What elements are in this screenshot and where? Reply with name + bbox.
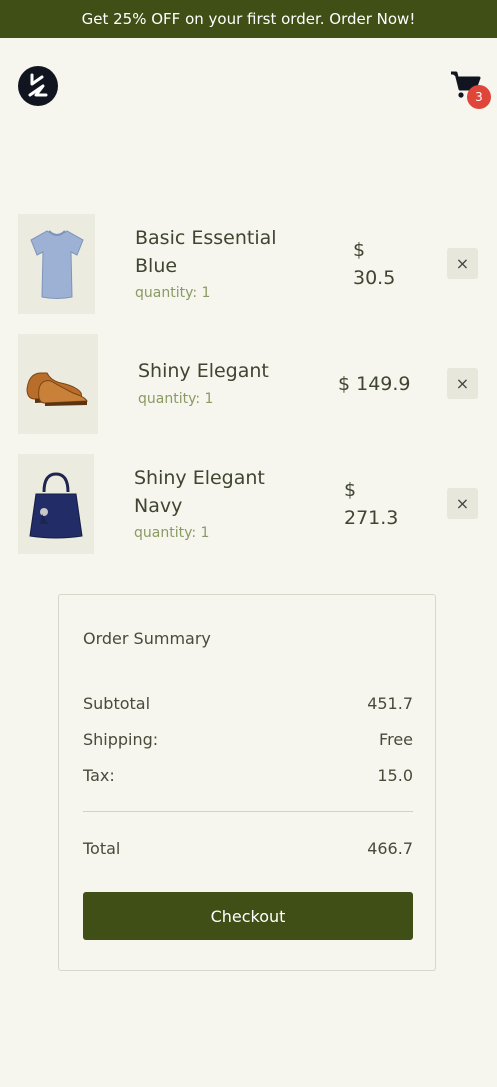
product-image (18, 214, 95, 314)
summary-title: Order Summary (83, 629, 211, 648)
subtotal-label: Subtotal (83, 694, 151, 713)
item-name: Basic Essential Blue (135, 227, 277, 277)
total-label: Total (83, 839, 121, 858)
brand-logo[interactable] (18, 66, 58, 106)
brand-logo-icon (28, 73, 48, 97)
cart-item: Shiny Elegant Navy quantity: 1 $ 271.3 × (18, 454, 478, 554)
remove-item-button[interactable]: × (447, 248, 478, 279)
remove-item-button[interactable]: × (447, 368, 478, 399)
checkout-button[interactable]: Checkout (83, 892, 413, 940)
cart-count-badge: 3 (467, 85, 491, 109)
order-summary: Order Summary Subtotal 451.7 Shipping: F… (58, 594, 436, 971)
subtotal-value: 451.7 (367, 694, 413, 713)
shipping-value: Free (379, 730, 413, 749)
tax-row: Tax: 15.0 (83, 766, 413, 785)
item-price: $ 149.9 (338, 373, 411, 395)
tax-value: 15.0 (377, 766, 413, 785)
total-row: Total 466.7 (83, 839, 413, 858)
item-name: Shiny Elegant (138, 360, 269, 382)
tax-label: Tax: (83, 766, 115, 785)
item-quantity: quantity: 1 (135, 285, 211, 301)
shipping-label: Shipping: (83, 730, 159, 749)
promo-banner[interactable]: Get 25% OFF on your first order. Order N… (0, 0, 497, 38)
promo-text[interactable]: Get 25% OFF on your first order. Order N… (82, 10, 416, 28)
item-quantity: quantity: 1 (134, 525, 210, 541)
product-image (18, 334, 98, 434)
cart-button[interactable]: 3 (450, 70, 491, 110)
item-quantity: quantity: 1 (138, 391, 214, 407)
item-price: $ 271.3 (344, 479, 399, 529)
shipping-row: Shipping: Free (83, 730, 413, 749)
cart-item: Shiny Elegant quantity: 1 $ 149.9 × (18, 334, 478, 434)
cart-item: Basic Essential Blue quantity: 1 $ 30.5 … (18, 214, 478, 314)
remove-item-button[interactable]: × (447, 488, 478, 519)
subtotal-row: Subtotal 451.7 (83, 694, 413, 713)
summary-divider (83, 811, 413, 812)
item-name: Shiny Elegant Navy (134, 467, 265, 517)
total-value: 466.7 (367, 839, 413, 858)
product-image (18, 454, 94, 554)
item-price: $ 30.5 (353, 239, 396, 289)
